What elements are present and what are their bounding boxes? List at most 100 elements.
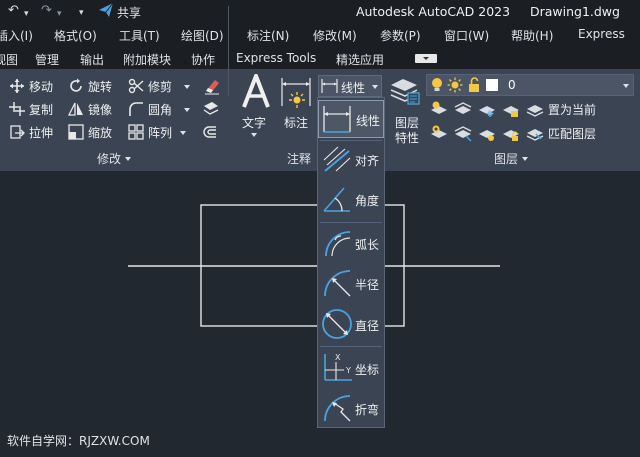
tab-output[interactable]: 输出 (80, 51, 104, 68)
arc-length-icon (325, 231, 351, 257)
dimension-dropdown-menu: 线性 对齐 角度 弧长 半径 直径 XY 坐标 折弯 (317, 97, 385, 428)
share-label[interactable]: 共享 (117, 4, 141, 21)
menu-parametric[interactable]: 参数(P) (380, 27, 421, 44)
scissors-icon (128, 78, 144, 94)
layer-freeze-icon[interactable] (478, 100, 496, 122)
menu-format[interactable]: 格式(O) (54, 27, 97, 44)
match-layer-icon[interactable] (526, 124, 544, 146)
mirror-icon (68, 102, 83, 116)
layer-properties-icon[interactable] (389, 75, 421, 111)
tab-featured-apps[interactable]: 精选应用 (336, 51, 384, 68)
text-dropdown-icon[interactable] (251, 133, 257, 137)
bulb-on-icon (432, 78, 442, 91)
set-current-button[interactable]: 置为当前 (548, 100, 596, 120)
layer-off-icon[interactable] (430, 100, 448, 122)
dropdown-separator (320, 222, 382, 223)
annotation-panel-title[interactable]: 注释 (287, 150, 311, 167)
tab-collaborate[interactable]: 协作 (191, 51, 215, 68)
linear-dimension-label: 线性 (341, 81, 366, 95)
dropdown-item-aligned[interactable]: 对齐 (318, 140, 384, 178)
radius-icon (324, 270, 351, 297)
redo-icon[interactable]: ↷ (41, 3, 52, 19)
tab-addins[interactable]: 附加模块 (123, 51, 171, 68)
svg-text:X: X (335, 353, 341, 362)
set-current-icon[interactable] (526, 100, 544, 122)
menu-insert[interactable]: 插入(I) (0, 27, 33, 44)
redo-dropdown-icon[interactable]: ▾ (57, 6, 62, 22)
menu-window[interactable]: 窗口(W) (444, 27, 489, 44)
match-layer-button[interactable]: 匹配图层 (548, 124, 596, 144)
layer-properties-label-2[interactable]: 特性 (395, 129, 419, 146)
move-button[interactable]: 移动 (9, 77, 53, 97)
layer-isolate-icon[interactable] (454, 100, 472, 122)
fillet-button[interactable]: 圆角 (128, 100, 172, 120)
text-button-label[interactable]: 文字 (242, 114, 266, 131)
scale-button[interactable]: 缩放 (68, 123, 112, 143)
layer-thaw-icon[interactable] (478, 124, 496, 146)
rotate-icon (70, 78, 82, 92)
watermark-text: 软件自学网：RJZXW.COM (7, 434, 150, 448)
layer-unlock-icon[interactable] (502, 124, 520, 146)
trim-button[interactable]: 修剪 (128, 77, 172, 97)
dimension-button-label[interactable]: 标注 (284, 114, 308, 131)
move-icon (10, 79, 24, 93)
svg-text:Y: Y (345, 366, 351, 375)
angular-dimension-icon (323, 187, 350, 212)
dropdown-label-arc-length: 弧长 (355, 238, 380, 252)
trim-dropdown-icon[interactable] (184, 85, 190, 89)
ribbon-separator (228, 6, 229, 96)
quick-access-customize-icon[interactable]: ▾ (79, 5, 84, 21)
dropdown-item-angular[interactable]: 角度 (318, 180, 384, 218)
menu-help[interactable]: 帮助(H) (511, 27, 553, 44)
ribbon-tab-bar: 视图 管理 输出 附加模块 协作 Express Tools 精选应用 (0, 46, 640, 69)
menu-tools[interactable]: 工具(T) (119, 27, 160, 44)
dropdown-item-ordinate[interactable]: XY 坐标 (318, 349, 384, 387)
dropdown-label-diameter: 直径 (355, 319, 380, 333)
menu-express[interactable]: Express (578, 27, 625, 41)
offset-icon[interactable] (202, 124, 220, 146)
layer-lock-icon[interactable] (502, 100, 520, 122)
tab-express-tools[interactable]: Express Tools (236, 51, 316, 65)
array-dropdown-icon[interactable] (180, 131, 186, 135)
fillet-icon (129, 102, 143, 116)
dropdown-separator (320, 346, 382, 347)
app-title: Autodesk AutoCAD 2023 Drawing1.dwg (356, 4, 620, 19)
stretch-button[interactable]: 拉伸 (9, 123, 53, 143)
layer-combo-dropdown-icon[interactable] (623, 84, 629, 88)
document-name: Drawing1.dwg (529, 4, 620, 19)
dropdown-item-arc-length[interactable]: 弧长 (318, 224, 384, 262)
fillet-dropdown-icon[interactable] (184, 108, 190, 112)
tab-manage[interactable]: 管理 (35, 51, 59, 68)
copy-button[interactable]: 复制 (9, 100, 53, 120)
ribbon-minimize-toggle[interactable] (415, 54, 437, 63)
menu-dimension[interactable]: 标注(N) (247, 27, 289, 44)
undo-icon[interactable]: ↶ (8, 3, 19, 19)
dropdown-item-diameter[interactable]: 直径 (318, 304, 384, 342)
layers-panel-title[interactable]: 图层 (494, 150, 528, 167)
linear-dropdown-icon[interactable] (372, 85, 378, 89)
layer-on-icon[interactable] (430, 124, 448, 146)
explode-icon[interactable] (202, 100, 220, 122)
mirror-button[interactable]: 镜像 (68, 100, 112, 120)
dimension-icon[interactable] (280, 76, 312, 112)
jogged-icon (324, 395, 351, 422)
dropdown-item-radius[interactable]: 半径 (318, 264, 384, 302)
dropdown-item-jogged[interactable]: 折弯 (318, 389, 384, 427)
tab-view[interactable]: 视图 (0, 51, 18, 68)
array-icon (128, 124, 144, 140)
erase-icon[interactable] (203, 77, 221, 99)
sun-icon (447, 77, 463, 93)
text-icon[interactable] (241, 70, 271, 112)
layer-unisolate-icon[interactable] (454, 124, 472, 146)
share-icon[interactable] (98, 2, 114, 22)
dropdown-item-linear[interactable]: 线性 (318, 100, 384, 138)
linear-dimension-split-button[interactable]: 线性 (318, 75, 382, 97)
unlock-icon (469, 77, 479, 92)
modify-panel-title[interactable]: 修改 (97, 150, 131, 167)
layer-combo[interactable]: 0 (426, 74, 634, 96)
rotate-button[interactable]: 旋转 (68, 77, 112, 97)
menu-modify[interactable]: 修改(M) (313, 27, 357, 44)
undo-dropdown-icon[interactable]: ▾ (24, 6, 29, 22)
menu-draw[interactable]: 绘图(D) (181, 27, 224, 44)
array-button[interactable]: 阵列 (128, 123, 172, 143)
